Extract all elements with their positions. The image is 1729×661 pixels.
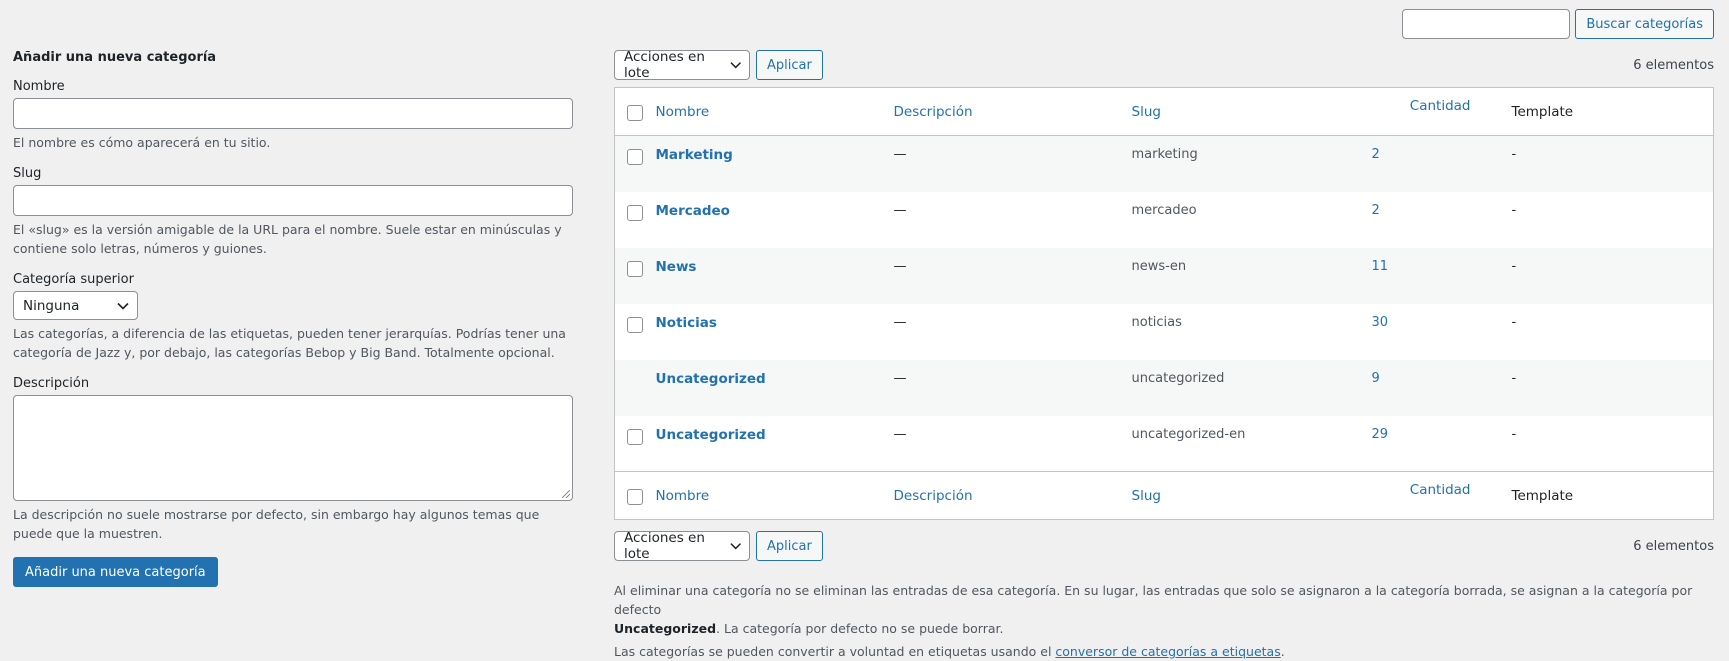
delete-note-text: Al eliminar una categoría no se eliminan…: [614, 583, 1693, 617]
slug-input[interactable]: [13, 185, 573, 216]
category-count-link[interactable]: 2: [1372, 203, 1380, 218]
categories-table: Nombre Descripción Slug Cantidad Templat…: [614, 87, 1714, 520]
category-count-link[interactable]: 9: [1372, 371, 1380, 386]
category-template: -: [1511, 426, 1517, 442]
category-description: —: [893, 202, 907, 218]
select-all-checkbox[interactable]: [627, 105, 643, 121]
name-input[interactable]: [13, 98, 573, 129]
table-row: Marketing — marketing 2 -: [614, 135, 1714, 192]
col-slug[interactable]: Slug: [1130, 471, 1371, 520]
category-count-link[interactable]: 2: [1372, 147, 1380, 162]
form-heading: Añadir una nueva categoría: [13, 50, 217, 65]
delete-note-end: . La categoría por defecto no se puede b…: [716, 621, 1004, 636]
table-row: Mercadeo — mercadeo 2 -: [615, 192, 1714, 248]
col-description[interactable]: Descripción: [892, 471, 1131, 520]
slug-help: El «slug» es la versión amigable de la U…: [13, 222, 562, 256]
category-template: -: [1511, 314, 1517, 330]
category-name-link[interactable]: Mercadeo: [656, 203, 730, 219]
tablenav-bottom: Acciones en lote Aplicar 6 elementos: [614, 530, 1714, 562]
row-checkbox[interactable]: [627, 316, 643, 333]
convert-note: Las categorías se pueden convertir a vol…: [614, 642, 1714, 661]
category-template: -: [1511, 370, 1517, 386]
add-category-form: Añadir una nueva categoría Nombre El nom…: [13, 50, 575, 587]
category-description: —: [893, 426, 907, 442]
apply-button[interactable]: Aplicar: [756, 50, 823, 80]
parent-select-value: Ninguna: [23, 297, 80, 314]
bulk-actions-label: Acciones en lote: [624, 530, 705, 562]
category-slug: mercadeo: [1131, 202, 1197, 218]
items-count: 6 elementos: [1633, 539, 1714, 554]
name-help: El nombre es cómo aparecerá en tu sitio.: [13, 135, 271, 150]
col-slug[interactable]: Slug: [1130, 87, 1371, 136]
category-count-link[interactable]: 29: [1372, 427, 1389, 442]
category-description: —: [893, 370, 907, 386]
resize-grip-icon[interactable]: [562, 490, 570, 498]
row-checkbox[interactable]: [627, 428, 643, 445]
row-checkbox[interactable]: [627, 204, 643, 221]
slug-label: Slug: [13, 166, 42, 181]
col-count[interactable]: Cantidad: [1370, 87, 1511, 136]
description-label: Descripción: [13, 376, 90, 391]
chevron-down-icon: [729, 62, 741, 69]
items-count: 6 elementos: [1633, 58, 1714, 73]
category-template: -: [1511, 202, 1517, 218]
table-row: News — news-en 11 -: [614, 247, 1714, 304]
convert-note-end: .: [1280, 644, 1285, 659]
convert-note-text: Las categorías se pueden convertir a vol…: [614, 644, 1052, 659]
table-footer-row: Nombre Descripción Slug Cantidad Templat…: [614, 471, 1714, 520]
category-slug: uncategorized-en: [1131, 426, 1246, 442]
description-help: La descripción no suele mostrarse por de…: [13, 507, 540, 541]
delete-note: Al eliminar una categoría no se eliminan…: [614, 581, 1714, 638]
category-name-link[interactable]: Uncategorized: [656, 371, 766, 387]
col-template: Template: [1510, 87, 1714, 136]
category-name-link[interactable]: Marketing: [656, 147, 733, 163]
name-label: Nombre: [13, 79, 65, 94]
bulk-actions-label: Acciones en lote: [624, 49, 705, 81]
category-slug: uncategorized: [1131, 370, 1225, 386]
table-row: Noticias — noticias 30 -: [615, 304, 1714, 360]
bulk-actions-select[interactable]: Acciones en lote: [614, 530, 750, 562]
add-category-button[interactable]: Añadir una nueva categoría: [13, 557, 218, 587]
table-row: Uncategorized — uncategorized 9 -: [614, 359, 1714, 416]
category-name-link[interactable]: Noticias: [656, 315, 717, 331]
chevron-down-icon: [117, 302, 129, 310]
bulk-actions-select[interactable]: Acciones en lote: [614, 49, 750, 81]
category-description: —: [893, 258, 907, 274]
parent-help: Las categorías, a diferencia de las etiq…: [13, 326, 566, 360]
category-slug: marketing: [1131, 147, 1198, 162]
col-name[interactable]: Nombre: [654, 87, 893, 136]
tablenav-top: Acciones en lote Aplicar 6 elementos: [614, 49, 1714, 81]
converter-link[interactable]: conversor de categorías a etiquetas: [1055, 644, 1280, 659]
categories-list-area: Acciones en lote Aplicar 6 elementos Nom…: [614, 49, 1714, 661]
search-box: Buscar categorías: [1402, 9, 1714, 39]
select-all-checkbox[interactable]: [627, 489, 643, 505]
col-template: Template: [1510, 471, 1714, 520]
apply-button[interactable]: Aplicar: [756, 531, 823, 561]
col-count[interactable]: Cantidad: [1370, 471, 1511, 520]
col-name[interactable]: Nombre: [654, 471, 893, 520]
parent-label: Categoría superior: [13, 272, 134, 287]
category-template: -: [1511, 258, 1517, 274]
category-description: —: [893, 314, 907, 330]
parent-select[interactable]: Ninguna: [13, 291, 138, 320]
category-description: —: [893, 147, 907, 162]
category-name-link[interactable]: News: [656, 259, 697, 275]
search-button[interactable]: Buscar categorías: [1575, 9, 1714, 39]
default-category-name: Uncategorized: [614, 621, 717, 636]
category-count-link[interactable]: 30: [1372, 315, 1389, 330]
category-template: -: [1511, 147, 1517, 162]
category-count-link[interactable]: 11: [1372, 259, 1389, 274]
chevron-down-icon: [729, 543, 741, 550]
row-checkbox[interactable]: [627, 149, 643, 165]
col-description[interactable]: Descripción: [892, 87, 1131, 136]
category-slug: news-en: [1131, 258, 1187, 274]
search-input[interactable]: [1402, 9, 1571, 39]
row-checkbox[interactable]: [627, 260, 643, 277]
table-header-row: Nombre Descripción Slug Cantidad Templat…: [614, 87, 1714, 136]
category-slug: noticias: [1131, 314, 1182, 330]
category-name-link[interactable]: Uncategorized: [656, 427, 766, 443]
table-row: Uncategorized — uncategorized-en 29 -: [615, 416, 1714, 472]
description-textarea[interactable]: [13, 395, 573, 501]
